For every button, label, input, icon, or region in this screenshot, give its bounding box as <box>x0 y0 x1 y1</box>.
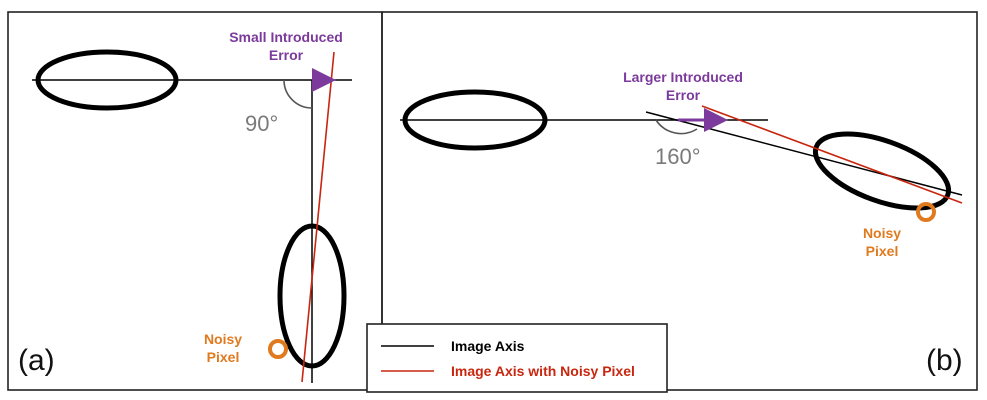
noisy-label-b-line1: Noisy <box>863 225 901 241</box>
panel-a: Small Introduced Error 90° Noisy Pixel (… <box>7 11 383 391</box>
angle-arc-b <box>655 119 698 135</box>
noisy-label-a-line2: Pixel <box>207 349 240 365</box>
noisy-pixel-a[interactable] <box>268 339 288 359</box>
angle-label-b: 160° <box>655 144 701 169</box>
error-label-b-line1: Larger Introduced <box>623 69 743 85</box>
legend-box <box>366 323 668 393</box>
angle-label-a: 90° <box>245 111 278 136</box>
legend-label-image-axis: Image Axis <box>451 338 525 354</box>
error-label-a-line2: Error <box>269 47 304 63</box>
noisy-axis-b <box>701 105 963 204</box>
figure: Small Introduced Error 90° Noisy Pixel (… <box>7 11 978 393</box>
panel-a-frame <box>7 11 383 391</box>
error-label-a-line1: Small Introduced <box>229 29 343 45</box>
noisy-axis-a <box>301 51 335 383</box>
noisy-label-a-line1: Noisy <box>204 331 242 347</box>
angle-arc-a <box>283 79 313 109</box>
error-label-b-line2: Error <box>666 87 701 103</box>
panel-label-a: (a) <box>18 344 55 377</box>
ellipse-tilted <box>812 131 952 211</box>
legend-label-noisy-axis: Image Axis with Noisy Pixel <box>451 363 635 379</box>
noisy-label-b-line2: Pixel <box>866 243 899 259</box>
panel-label-b: (b) <box>926 344 963 377</box>
legend: Image Axis Image Axis with Noisy Pixel <box>366 323 668 393</box>
